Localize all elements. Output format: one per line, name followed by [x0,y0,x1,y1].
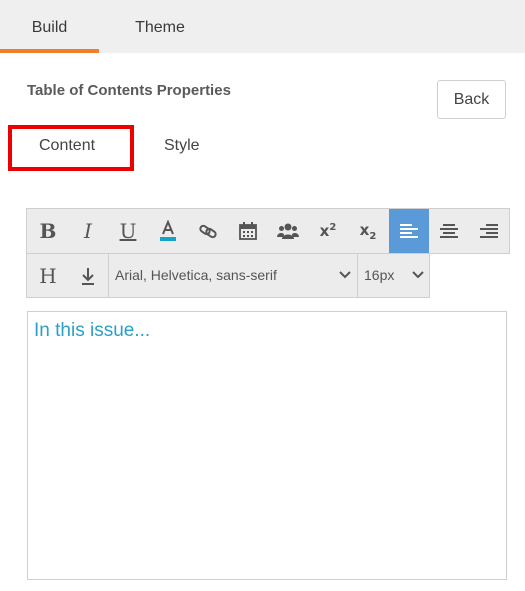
align-center-icon [440,224,458,238]
underline-icon: U [119,219,137,243]
align-left-icon [400,224,418,238]
text-color-icon [160,220,176,241]
chevron-down-icon [339,271,351,279]
text-color-button[interactable] [148,209,188,253]
rich-text-editor[interactable]: In this issue... [27,311,507,580]
italic-icon: I [84,219,92,243]
link-icon [199,224,217,239]
line-height-button[interactable] [68,254,108,297]
bold-button[interactable]: B [28,209,68,253]
chevron-down-icon [412,271,424,279]
superscript-button[interactable]: x2 [308,209,348,253]
tab-style[interactable]: Style [164,137,200,155]
font-family-value: Arial, Helvetica, sans-serif [115,267,277,283]
align-center-button[interactable] [429,209,469,253]
italic-button[interactable]: I [68,209,108,253]
users-button[interactable] [268,209,308,253]
bold-icon: B [39,219,57,243]
users-icon [277,223,299,239]
editor-content[interactable]: In this issue... [34,320,150,341]
back-button[interactable]: Back [437,80,506,119]
underline-button[interactable]: U [108,209,148,253]
editor-toolbar: B I U x2 x2 H Arial, Helvetica, sans-ser… [26,208,510,298]
font-size-select[interactable]: 16px [358,254,430,297]
subscript-icon: x2 [359,220,377,242]
tab-theme[interactable]: Theme [110,0,210,53]
font-size-value: 16px [364,267,395,283]
calendar-button[interactable] [228,209,268,253]
heading-button[interactable]: H [28,254,68,297]
align-left-button[interactable] [389,209,429,253]
align-right-icon [480,224,498,238]
toolbar-row-1: B I U x2 x2 [26,208,510,254]
panel-title: Table of Contents Properties [27,82,231,99]
calendar-icon [239,222,257,240]
line-height-icon [82,267,94,285]
heading-icon: H [39,263,57,288]
tab-content[interactable]: Content [39,137,95,155]
toolbar-row-2: H Arial, Helvetica, sans-serif 16px [26,253,430,298]
align-right-button[interactable] [469,209,509,253]
tab-build[interactable]: Build [0,0,99,53]
superscript-icon: x2 [319,222,337,240]
link-button[interactable] [188,209,228,253]
main-tab-bar: Build Theme [0,0,525,53]
subscript-button[interactable]: x2 [348,209,388,253]
font-family-select[interactable]: Arial, Helvetica, sans-serif [108,254,358,297]
